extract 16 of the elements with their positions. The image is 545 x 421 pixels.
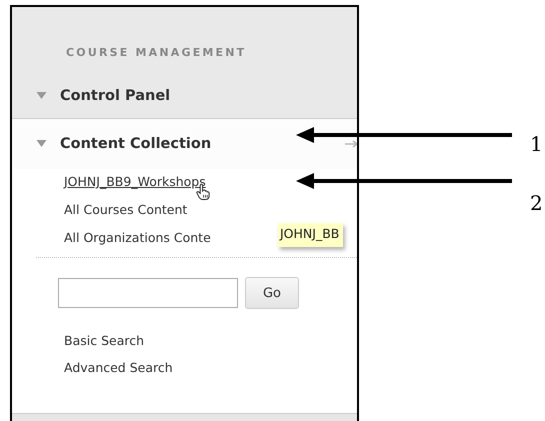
expand-triangle-icon[interactable] xyxy=(36,92,47,100)
arrow-icon[interactable] xyxy=(345,140,357,148)
search-link[interactable]: Advanced Search xyxy=(64,360,357,375)
section-title[interactable]: Control Panel xyxy=(60,88,170,104)
search-link[interactable]: Basic Search xyxy=(64,333,357,348)
callout-number: 2 xyxy=(530,191,543,215)
collection-link[interactable]: All Organizations Conte xyxy=(64,230,211,245)
section-heading: COURSE MANAGEMENT xyxy=(66,46,246,59)
tooltip: JOHNJ_BB xyxy=(278,223,344,247)
callout-number: 1 xyxy=(530,132,543,156)
expand-triangle-icon[interactable] xyxy=(36,140,47,148)
search-field[interactable] xyxy=(58,278,238,308)
section-title[interactable]: Content Collection xyxy=(60,136,212,152)
collection-link[interactable]: All Courses Content xyxy=(64,202,188,217)
go-button[interactable]: Go xyxy=(245,277,299,309)
collection-link[interactable]: JOHNJ_BB9_Workshops xyxy=(64,174,206,189)
